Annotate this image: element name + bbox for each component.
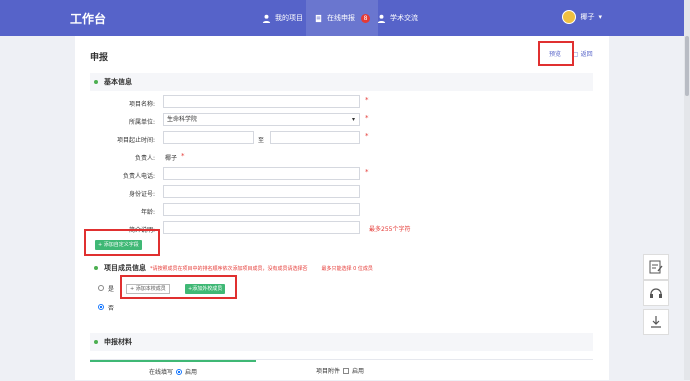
members-limit-note: 最多只能选择 0 位成员 bbox=[321, 265, 373, 272]
edit-icon bbox=[649, 260, 663, 274]
age-input[interactable] bbox=[163, 203, 360, 216]
enable-radio[interactable] bbox=[176, 368, 182, 375]
user-menu[interactable]: 椰子 ▾ bbox=[562, 10, 602, 24]
headset-icon bbox=[650, 288, 662, 298]
highlight-box bbox=[538, 41, 574, 66]
user-name: 椰子 bbox=[580, 13, 595, 21]
label-period: 项目起止时间: bbox=[116, 137, 155, 144]
back-label: 返回 bbox=[580, 51, 593, 58]
bullet-icon bbox=[94, 340, 98, 344]
avatar bbox=[562, 10, 577, 24]
bullet-icon bbox=[94, 80, 98, 84]
required-mark: * bbox=[365, 96, 369, 104]
nav-label: 学术交流 bbox=[390, 14, 418, 22]
section-basic-info: 基本信息 bbox=[90, 73, 593, 91]
edit-document-button[interactable] bbox=[643, 254, 669, 280]
bullet-icon bbox=[94, 266, 98, 270]
download-icon bbox=[651, 316, 661, 328]
end-date-input[interactable] bbox=[270, 131, 360, 144]
intro-input[interactable] bbox=[163, 221, 360, 234]
highlight-box bbox=[120, 275, 237, 299]
intro-limit-hint: 最多255个字符 bbox=[369, 226, 411, 233]
section-materials: 申报材料 bbox=[90, 333, 593, 351]
members-no-label: 否 bbox=[108, 305, 115, 312]
tab-online-fill[interactable]: 在线填写 启用 bbox=[90, 360, 256, 381]
enable-checkbox[interactable] bbox=[343, 367, 349, 374]
label-unit: 所属单位: bbox=[128, 119, 155, 126]
members-note: *请按照成员在项目中的排名顺序依次添加项目成员，没有成员请选择否 bbox=[150, 265, 308, 272]
brand-title: 工作台 bbox=[70, 12, 107, 26]
label-owner: 负责人: bbox=[134, 155, 155, 162]
scrollbar[interactable] bbox=[684, 0, 690, 380]
start-date-input[interactable] bbox=[163, 131, 254, 144]
nav-online-declare[interactable]: 在线申报 8 bbox=[306, 0, 378, 36]
members-yes-radio[interactable] bbox=[98, 285, 104, 291]
notification-badge: 8 bbox=[361, 13, 370, 23]
top-navigation-bar: 工作台 我的项目 在线申报 8 学术交流 椰子 ▾ bbox=[0, 0, 690, 36]
support-button[interactable] bbox=[643, 280, 669, 306]
document-icon bbox=[315, 14, 322, 22]
tab-option-label: 启用 bbox=[352, 368, 365, 375]
tab-project-attachments[interactable]: 项目附件 启用 bbox=[256, 360, 424, 381]
required-mark: * bbox=[365, 168, 369, 176]
section-title: 项目成员信息 bbox=[104, 264, 146, 272]
section-title: 基本信息 bbox=[104, 78, 132, 86]
required-mark: * bbox=[365, 114, 369, 122]
project-name-input[interactable] bbox=[163, 95, 360, 108]
nav-academic-exchange[interactable]: 学术交流 bbox=[371, 0, 424, 36]
page-title: 申报 bbox=[90, 53, 109, 63]
phone-input[interactable] bbox=[163, 167, 360, 180]
tab-label: 在线填写 bbox=[148, 369, 173, 376]
unit-select[interactable]: 生命科学院 ▾ bbox=[163, 113, 360, 126]
nav-label: 我的项目 bbox=[275, 14, 303, 22]
tab-option-label: 启用 bbox=[185, 369, 198, 376]
label-project-name: 项目名称: bbox=[128, 101, 155, 108]
label-phone: 负责人电话: bbox=[122, 173, 155, 180]
period-separator: 至 bbox=[258, 137, 265, 144]
back-button[interactable]: ▢ 返回 bbox=[573, 49, 593, 58]
tab-label: 项目附件 bbox=[315, 368, 340, 375]
required-mark: * bbox=[181, 152, 185, 160]
nav-label: 在线申报 bbox=[327, 14, 355, 22]
chevron-down-icon: ▾ bbox=[598, 13, 602, 21]
unit-value: 生命科学院 bbox=[167, 116, 198, 123]
download-button[interactable] bbox=[643, 309, 669, 335]
people-icon bbox=[377, 14, 386, 23]
nav-my-projects[interactable]: 我的项目 bbox=[256, 0, 309, 36]
label-id-number: 身份证号: bbox=[128, 191, 155, 198]
scrollbar-thumb[interactable] bbox=[685, 36, 689, 96]
members-no-radio[interactable] bbox=[98, 304, 104, 310]
person-icon bbox=[262, 14, 271, 23]
label-age: 年龄: bbox=[140, 209, 155, 216]
members-yes-label: 是 bbox=[108, 286, 115, 293]
owner-value: 椰子 bbox=[165, 155, 178, 162]
id-number-input[interactable] bbox=[163, 185, 360, 198]
chevron-down-icon: ▾ bbox=[351, 116, 355, 123]
materials-tabs: 在线填写 启用 项目附件 启用 bbox=[90, 359, 593, 380]
required-mark: * bbox=[365, 132, 369, 140]
highlight-box bbox=[84, 229, 160, 256]
section-title: 申报材料 bbox=[104, 338, 132, 346]
